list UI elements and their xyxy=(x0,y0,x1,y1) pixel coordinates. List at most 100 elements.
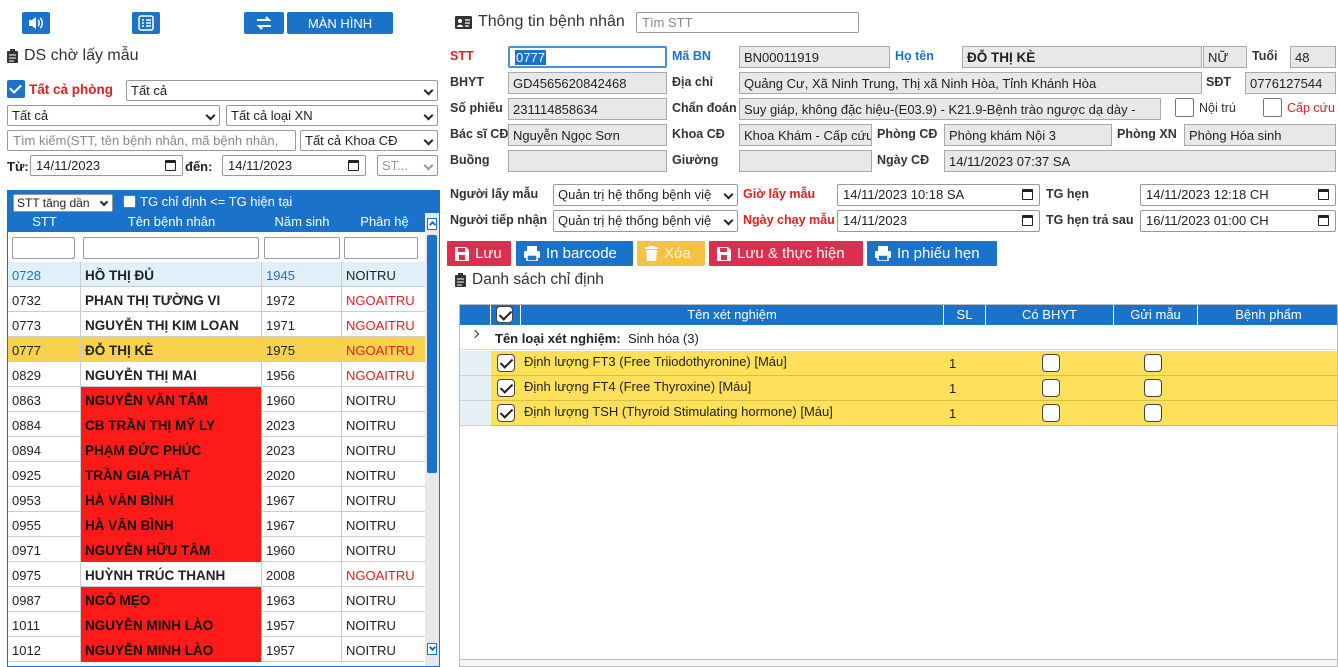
group-row[interactable]: Tên loại xét nghiệm: Sinh hóa (3) xyxy=(460,325,1337,350)
col-send[interactable]: Gửi mẫu xyxy=(1114,305,1198,325)
patient-name: ĐỖ THỊ KÈ xyxy=(81,337,262,362)
stt-search-input[interactable]: Tìm STT xyxy=(636,12,859,33)
filter-name-input[interactable] xyxy=(83,237,259,259)
patient-year: 1967 xyxy=(262,512,342,537)
col-year[interactable]: Năm sinh xyxy=(262,214,342,229)
screen-button[interactable]: MÀN HÌNH xyxy=(287,12,393,34)
nguoilay-select[interactable]: Quản trị hệ thống bệnh việ xyxy=(553,184,738,206)
room-select[interactable]: Tất cả xyxy=(126,80,438,101)
save-execute-button[interactable]: Lưu & thực hiện xyxy=(709,241,863,266)
giolay-input[interactable]: 14/11/2023 10:18 SA xyxy=(837,184,1040,206)
checkbox-icon[interactable] xyxy=(123,195,136,208)
order-checkbox[interactable] xyxy=(497,354,515,372)
patient-row[interactable]: 0975 HUỲNH TRÚC THANH 2008 NGOAITRU xyxy=(8,562,427,587)
ngaychay-input[interactable]: 14/11/2023 xyxy=(837,210,1040,232)
save-button[interactable]: Lưu xyxy=(447,241,511,266)
patient-type: NOITRU xyxy=(342,487,427,512)
col-select-all[interactable] xyxy=(491,305,521,325)
orders-title: Danh sách chỉ định xyxy=(455,271,604,289)
nguoitiep-select[interactable]: Quản trị hệ thống bệnh việ xyxy=(553,210,738,232)
from-date-input[interactable]: 14/11/2023 xyxy=(30,155,183,176)
scroll-thumb[interactable] xyxy=(427,235,437,473)
patient-type: NOITRU xyxy=(342,537,427,562)
grid-toolbar: STT tăng dần TG chỉ định <= TG hiện tại xyxy=(8,191,439,213)
delete-button[interactable]: Xóa xyxy=(637,241,705,266)
khoa-select[interactable]: Tất cả Khoa CĐ xyxy=(300,130,438,151)
calendar-icon xyxy=(348,160,359,171)
scroll-up-button[interactable] xyxy=(427,218,437,230)
nguoilay-label: Người lấy mẫu xyxy=(450,187,539,201)
patient-stt: 0955 xyxy=(8,512,81,537)
grid-scrollbar[interactable] xyxy=(425,213,439,666)
patient-row[interactable]: 0971 NGUYỄN HỮU TÂM 1960 NOITRU xyxy=(8,537,427,562)
bhyt-checkbox[interactable] xyxy=(1042,354,1060,372)
patient-stt: 0728 xyxy=(8,262,81,287)
bhyt-checkbox[interactable] xyxy=(1042,379,1060,397)
checklist-button[interactable] xyxy=(132,12,160,34)
send-sample-checkbox[interactable] xyxy=(1144,404,1162,422)
col-test-name[interactable]: Tên xét nghiệm xyxy=(521,305,944,325)
order-checkbox[interactable] xyxy=(497,379,515,397)
expand-icon[interactable] xyxy=(470,329,480,339)
noitru-checkbox[interactable] xyxy=(1175,98,1194,117)
patient-row[interactable]: 0863 NGUYỄN VĂN TÂM 1960 NOITRU xyxy=(8,387,427,412)
patient-row[interactable]: 0894 PHẠM ĐỨC PHÚC 2023 NOITRU xyxy=(8,437,427,462)
swap-button[interactable] xyxy=(244,12,284,34)
stt-input[interactable]: 0777 xyxy=(508,46,667,68)
patient-search-input[interactable]: Tìm kiếm(STT, tên bệnh nhân, mã bệnh nhâ… xyxy=(7,130,296,151)
patient-row[interactable]: 0777 ĐỖ THỊ KÈ 1975 NGOAITRU xyxy=(8,337,427,362)
scroll-down-button[interactable] xyxy=(427,643,437,655)
st-select[interactable]: ST... xyxy=(377,155,438,176)
col-name[interactable]: Tên bệnh nhân xyxy=(81,214,262,229)
patient-row[interactable]: 1012 NGUYỄN MINH LÀO 1957 NOITRU xyxy=(8,637,427,662)
patient-row[interactable]: 0884 CB TRẦN THỊ MỸ LY 2023 NOITRU xyxy=(8,412,427,437)
patient-row[interactable]: 0953 HÀ VĂN BÌNH 1967 NOITRU xyxy=(8,487,427,512)
col-stt[interactable]: STT xyxy=(8,214,81,229)
print-barcode-button[interactable]: In barcode xyxy=(516,241,633,266)
patient-row[interactable]: 0925 TRẦN GIA PHÁT 2020 NOITRU xyxy=(8,462,427,487)
select-all-checkbox[interactable] xyxy=(496,306,513,323)
tg-filter-checkbox[interactable]: TG chỉ định <= TG hiện tại xyxy=(123,194,292,209)
col-specimen[interactable]: Bệnh phẩm xyxy=(1198,305,1337,325)
patient-row[interactable]: 0829 NGUYỄN THỊ MAI 1956 NGOAITRU xyxy=(8,362,427,387)
col-bhyt[interactable]: Có BHYT xyxy=(986,305,1114,325)
send-sample-checkbox[interactable] xyxy=(1144,379,1162,397)
test-type-select[interactable]: Tất cả loại XN xyxy=(226,105,438,126)
info-title: Thông tin bệnh nhân xyxy=(455,13,625,31)
patient-row[interactable]: 1011 NGUYỄN MINH LÀO 1957 NOITRU xyxy=(8,612,427,637)
col-sl[interactable]: SL xyxy=(944,305,986,325)
print-appointment-button[interactable]: In phiếu hẹn xyxy=(867,241,997,266)
clipboard-icon xyxy=(7,49,18,63)
order-row[interactable]: Định lượng TSH (Thyroid Stimulating horm… xyxy=(491,401,1337,426)
tghentra-input[interactable]: 16/11/2023 01:00 CH xyxy=(1140,210,1336,232)
patient-row[interactable]: 0732 PHAN THỊ TƯỜNG VI 1972 NGOAITRU xyxy=(8,287,427,312)
patient-year: 2023 xyxy=(262,437,342,462)
capcuu-checkbox[interactable] xyxy=(1263,98,1282,117)
order-row[interactable]: Định lượng FT3 (Free Triiodothyronine) [… xyxy=(491,351,1337,376)
send-sample-checkbox[interactable] xyxy=(1144,354,1162,372)
patient-row[interactable]: 0728 HỒ THỊ ĐỦ 1945 NOITRU xyxy=(8,262,427,287)
checkbox-checked-icon[interactable] xyxy=(7,80,25,98)
chevron-down-icon xyxy=(423,135,434,146)
tghen-input[interactable]: 14/11/2023 12:18 CH xyxy=(1140,184,1336,206)
patient-row[interactable]: 0955 HÀ VĂN BÌNH 1967 NOITRU xyxy=(8,512,427,537)
filter-year-input[interactable] xyxy=(264,237,340,259)
all-rooms-checkbox[interactable]: Tất cả phòng xyxy=(7,80,113,98)
order-row[interactable]: Định lượng FT4 (Free Thyroxine) [Máu] 1 xyxy=(491,376,1337,401)
patient-row[interactable]: 0987 NGÔ MẸO 1963 NOITRU xyxy=(8,587,427,612)
chevron-down-icon xyxy=(423,85,434,96)
patient-name: NGUYỄN VĂN TÂM xyxy=(81,387,262,412)
order-checkbox[interactable] xyxy=(497,404,515,422)
patient-stt: 0987 xyxy=(8,587,81,612)
sort-select[interactable]: STT tăng dần xyxy=(13,194,113,212)
col-type[interactable]: Phân hệ xyxy=(342,214,427,229)
patient-stt: 0971 xyxy=(8,537,81,562)
row-gutter xyxy=(460,351,491,376)
sound-button[interactable] xyxy=(22,12,50,34)
patient-row[interactable]: 0773 NGUYỄN THỊ KIM LOAN 1971 NGOAITRU xyxy=(8,312,427,337)
to-date-input[interactable]: 14/11/2023 xyxy=(222,155,366,176)
filter-stt-input[interactable] xyxy=(12,237,75,259)
bhyt-checkbox[interactable] xyxy=(1042,404,1060,422)
filter-type-input[interactable] xyxy=(344,237,418,259)
filter-select[interactable]: Tất cả xyxy=(7,105,220,126)
